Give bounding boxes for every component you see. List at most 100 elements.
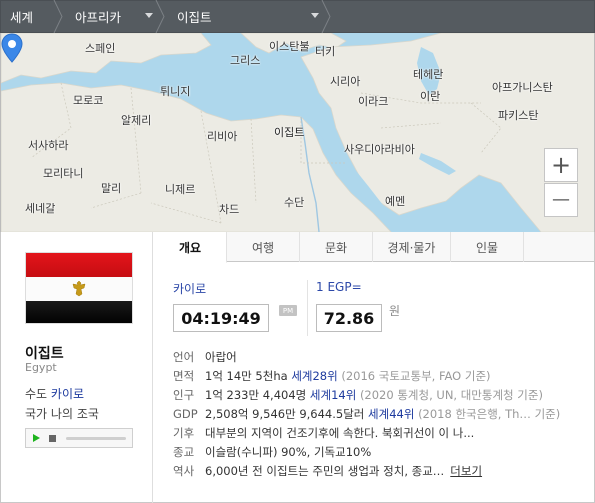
- map-label-iraq: 이라크: [358, 95, 389, 108]
- map-label-chad: 차드: [219, 203, 240, 216]
- anthem-key: 국가: [25, 407, 48, 421]
- zoom-in-button[interactable]: +: [544, 148, 578, 182]
- map[interactable]: 스페인 그리스 이스탄불 터키 테헤란 시리아 모로코 튀니지 이라크 이란 아…: [0, 33, 595, 232]
- map-label-afghanistan: 아프가니스탄: [492, 81, 553, 94]
- minus-icon: —: [552, 189, 570, 210]
- tab-overview[interactable]: 개요: [154, 232, 227, 263]
- stop-icon[interactable]: [49, 434, 56, 442]
- local-time-label[interactable]: 카이로: [173, 280, 206, 297]
- fact-key: 종교: [173, 444, 195, 459]
- local-time-display: 04:19:49: [173, 304, 269, 332]
- map-label-algeria: 알제리: [121, 114, 152, 127]
- map-label-senegal: 세네갈: [25, 202, 56, 215]
- gdp-rank-link[interactable]: 세계44위: [368, 406, 414, 422]
- country-info-panel: 이집트 Egypt 수도 카이로 국가 나의 조국 개요 여행 문화 경제·물가…: [0, 232, 595, 503]
- tab-people[interactable]: 인물: [451, 232, 524, 262]
- climate-link[interactable]: 대부분의 지역이 건조기후에 속한다. 북회귀선이 이 나...: [205, 425, 474, 441]
- breadcrumb-world[interactable]: 세계: [1, 0, 63, 33]
- breadcrumb-separator-icon: [53, 0, 63, 33]
- map-label-greece: 그리스: [230, 54, 261, 67]
- fact-area: 면적 1억 14만 5천ha 세계28위 (2016 국토교통부, FAO 기준…: [173, 366, 588, 385]
- fact-language: 언어 아랍어: [173, 347, 588, 366]
- religion-link[interactable]: 이슬람(수니파) 90%, 기독교10%: [205, 444, 371, 460]
- map-label-mauritania: 모리타니: [43, 167, 84, 180]
- chevron-down-icon: [311, 13, 319, 18]
- map-label-spain: 스페인: [85, 42, 116, 55]
- more-link[interactable]: 더보기: [450, 463, 482, 479]
- fact-value: 6,000년 전 이집트는 주민의 생업과 정치, 종교…: [205, 463, 445, 478]
- fact-value: 2,508억 9,546만 9,644.5달러: [205, 406, 365, 421]
- divider: [307, 280, 308, 336]
- map-label-sudan: 수단: [284, 196, 305, 209]
- fact-key: 인구: [173, 387, 195, 402]
- area-rank-link[interactable]: 세계28위: [291, 368, 337, 384]
- currency-unit: 원: [389, 304, 401, 318]
- fact-key: 역사: [173, 463, 195, 478]
- fact-climate: 기후 대부분의 지역이 건조기후에 속한다. 북회귀선이 이 나...: [173, 423, 588, 442]
- tab-economy[interactable]: 경제·물가: [373, 232, 451, 262]
- tab-travel[interactable]: 여행: [227, 232, 300, 262]
- eagle-emblem-icon: [72, 280, 86, 297]
- capital-key: 수도: [25, 387, 48, 401]
- map-label-saudi-arabia: 사우디아라비아: [344, 143, 415, 156]
- fact-value: 1억 14만 5천ha: [205, 368, 288, 383]
- info-tabs: 개요 여행 문화 경제·물가 인물: [154, 232, 594, 263]
- language-link[interactable]: 아랍어: [205, 349, 237, 365]
- breadcrumb-world-label: 세계: [10, 10, 34, 25]
- map-label-niger: 니제르: [165, 183, 196, 196]
- exchange-rate-label[interactable]: 1 EGP=: [316, 280, 362, 294]
- country-name: 이집트: [25, 346, 64, 362]
- fact-population: 인구 1억 233만 4,404명 세계14위 (2020 통계청, UN, 대…: [173, 385, 588, 404]
- breadcrumb-africa[interactable]: 아프리카: [63, 0, 165, 33]
- map-label-mali: 말리: [101, 182, 122, 195]
- country-summary: 이집트 Egypt 수도 카이로 국가 나의 조국: [1, 232, 153, 503]
- map-label-tunisia: 튀니지: [160, 85, 191, 98]
- capital-link[interactable]: 카이로: [51, 387, 84, 401]
- fact-key: 면적: [173, 368, 195, 383]
- map-label-turkey: 터키: [315, 45, 336, 58]
- fact-key: GDP: [173, 406, 198, 421]
- country-facts: 언어 아랍어 면적 1억 14만 5천ha 세계28위 (2016 국토교통부,…: [173, 347, 588, 480]
- map-label-iran: 이란: [420, 90, 441, 103]
- breadcrumb-egypt[interactable]: 이집트: [165, 0, 331, 33]
- map-label-pakistan: 파키스탄: [498, 109, 539, 122]
- fact-source: (2016 국토교통부, FAO 기준): [341, 368, 491, 383]
- map-label-yemen: 예멘: [385, 195, 406, 208]
- tab-culture[interactable]: 문화: [300, 232, 373, 262]
- ampm-badge: PM: [279, 305, 297, 316]
- play-icon[interactable]: [33, 434, 40, 442]
- map-label-libya: 리비아: [207, 130, 238, 143]
- map-label-egypt: 이집트: [274, 126, 305, 139]
- population-rank-link[interactable]: 세계14위: [310, 387, 356, 403]
- map-label-morocco: 모로코: [73, 94, 104, 107]
- progress-track[interactable]: [66, 436, 126, 440]
- anthem-player: [25, 428, 133, 448]
- exchange-rate-value: 72.86: [316, 304, 382, 332]
- breadcrumb-egypt-label: 이집트: [177, 10, 212, 25]
- map-label-istanbul: 이스탄불: [269, 40, 310, 53]
- fact-key: 기후: [173, 425, 195, 440]
- fact-gdp: GDP 2,508억 9,546만 9,644.5달러 세계44위 (2018 …: [173, 404, 588, 423]
- chevron-down-icon: [145, 13, 153, 18]
- country-name-en: Egypt: [25, 361, 57, 374]
- anthem-row: 국가 나의 조국: [25, 405, 99, 422]
- zoom-out-button[interactable]: —: [544, 183, 578, 217]
- fact-value: 1억 233만 4,404명: [205, 387, 307, 402]
- capital-row: 수도 카이로: [25, 385, 84, 402]
- anthem-title: 나의 조국: [50, 407, 99, 421]
- fact-key: 언어: [173, 349, 195, 364]
- map-label-syria: 시리아: [330, 75, 361, 88]
- location-pin-icon[interactable]: [1, 33, 23, 63]
- fact-religion: 종교 이슬람(수니파) 90%, 기독교10%: [173, 442, 588, 461]
- breadcrumb-separator-icon: [321, 0, 331, 33]
- breadcrumb: 세계 아프리카 이집트: [0, 0, 595, 33]
- map-label-western-sahara: 서사하라: [28, 139, 69, 152]
- breadcrumb-africa-label: 아프리카: [75, 10, 122, 25]
- fact-source: (2020 통계청, UN, 대만통계청 기준): [359, 387, 543, 402]
- map-label-tehran: 테헤란: [413, 68, 444, 81]
- breadcrumb-separator-icon: [155, 0, 165, 33]
- egypt-flag-image: [25, 252, 133, 324]
- fact-history: 역사 6,000년 전 이집트는 주민의 생업과 정치, 종교… 더보기: [173, 461, 588, 480]
- plus-icon: +: [550, 151, 572, 179]
- fact-source: (2018 한국은행, Th… 기준): [418, 406, 561, 421]
